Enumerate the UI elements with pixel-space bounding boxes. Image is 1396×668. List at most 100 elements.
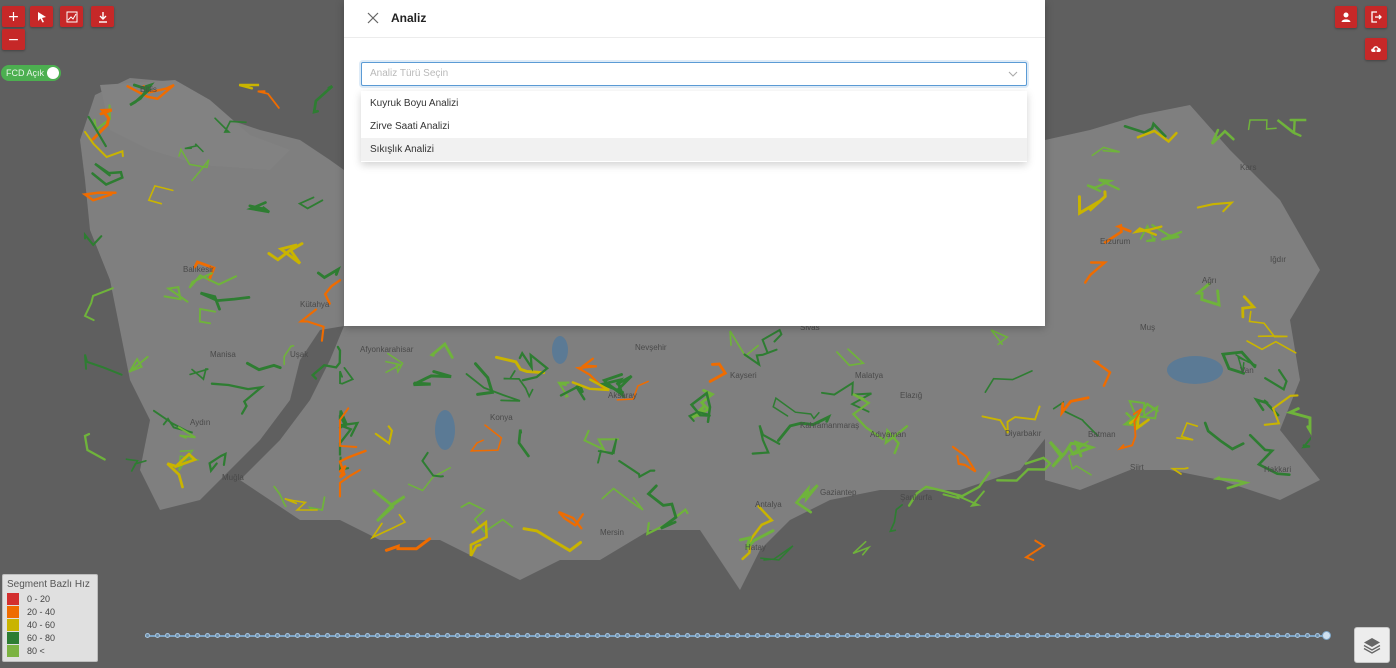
- time-slider-tick[interactable]: [635, 633, 640, 638]
- time-slider-tick[interactable]: [1035, 633, 1040, 638]
- time-slider-tick[interactable]: [1015, 633, 1020, 638]
- time-slider-tick[interactable]: [1265, 633, 1270, 638]
- time-slider-tick[interactable]: [715, 633, 720, 638]
- time-slider-tick[interactable]: [725, 633, 730, 638]
- time-slider-tick[interactable]: [935, 633, 940, 638]
- time-slider-tick[interactable]: [805, 633, 810, 638]
- time-slider-tick[interactable]: [1135, 633, 1140, 638]
- layers-button[interactable]: [1354, 627, 1390, 663]
- time-slider-tick[interactable]: [1295, 633, 1300, 638]
- time-slider-tick[interactable]: [1165, 633, 1170, 638]
- time-slider-tick[interactable]: [475, 633, 480, 638]
- time-slider-tick[interactable]: [575, 633, 580, 638]
- time-slider-tick[interactable]: [195, 633, 200, 638]
- time-slider-tick[interactable]: [855, 633, 860, 638]
- time-slider-tick[interactable]: [435, 633, 440, 638]
- time-slider-tick[interactable]: [865, 633, 870, 638]
- time-slider-tick[interactable]: [815, 633, 820, 638]
- close-icon[interactable]: [366, 11, 380, 25]
- time-slider-tick[interactable]: [1055, 633, 1060, 638]
- time-slider-tick[interactable]: [1245, 633, 1250, 638]
- time-slider-tick[interactable]: [205, 633, 210, 638]
- time-slider-tick[interactable]: [285, 633, 290, 638]
- time-slider-tick[interactable]: [455, 633, 460, 638]
- time-slider-tick[interactable]: [955, 633, 960, 638]
- time-slider-tick[interactable]: [875, 633, 880, 638]
- time-slider-tick[interactable]: [405, 633, 410, 638]
- time-slider-tick[interactable]: [925, 633, 930, 638]
- time-slider-tick[interactable]: [1215, 633, 1220, 638]
- zoom-in-button[interactable]: +: [2, 6, 25, 27]
- time-slider-tick[interactable]: [185, 633, 190, 638]
- time-slider-tick[interactable]: [265, 633, 270, 638]
- time-slider-tick[interactable]: [515, 633, 520, 638]
- time-slider-tick[interactable]: [555, 633, 560, 638]
- fcd-toggle[interactable]: FCD Açık: [1, 65, 61, 81]
- time-slider-tick[interactable]: [945, 633, 950, 638]
- time-slider-tick[interactable]: [1175, 633, 1180, 638]
- time-slider-tick[interactable]: [695, 633, 700, 638]
- time-slider-tick[interactable]: [665, 633, 670, 638]
- time-slider-tick[interactable]: [465, 633, 470, 638]
- user-button[interactable]: [1335, 6, 1357, 28]
- time-slider-tick[interactable]: [565, 633, 570, 638]
- time-slider-tick[interactable]: [315, 633, 320, 638]
- time-slider-tick[interactable]: [1225, 633, 1230, 638]
- time-slider-tick[interactable]: [595, 633, 600, 638]
- time-slider-tick[interactable]: [685, 633, 690, 638]
- time-slider-tick[interactable]: [895, 633, 900, 638]
- time-slider-tick[interactable]: [915, 633, 920, 638]
- time-slider-tick[interactable]: [985, 633, 990, 638]
- time-slider-tick[interactable]: [585, 633, 590, 638]
- time-slider-tick[interactable]: [825, 633, 830, 638]
- time-slider-tick[interactable]: [975, 633, 980, 638]
- analysis-type-select[interactable]: Analiz Türü Seçin: [361, 62, 1027, 86]
- time-slider-tick[interactable]: [1145, 633, 1150, 638]
- time-slider-tick[interactable]: [425, 633, 430, 638]
- zoom-out-button[interactable]: −: [2, 29, 25, 50]
- time-slider-tick[interactable]: [1085, 633, 1090, 638]
- time-slider-tick[interactable]: [765, 633, 770, 638]
- time-slider-tick[interactable]: [1005, 633, 1010, 638]
- time-slider-tick[interactable]: [1155, 633, 1160, 638]
- time-slider-tick[interactable]: [415, 633, 420, 638]
- time-slider-tick[interactable]: [1275, 633, 1280, 638]
- time-slider-tick[interactable]: [1185, 633, 1190, 638]
- time-slider-tick[interactable]: [965, 633, 970, 638]
- time-slider-tick[interactable]: [445, 633, 450, 638]
- time-slider-tick[interactable]: [795, 633, 800, 638]
- time-slider-tick[interactable]: [1205, 633, 1210, 638]
- download-button[interactable]: [91, 6, 114, 27]
- time-slider-tick[interactable]: [885, 633, 890, 638]
- time-slider-tick[interactable]: [485, 633, 490, 638]
- time-slider-tick[interactable]: [615, 633, 620, 638]
- time-slider-tick[interactable]: [1115, 633, 1120, 638]
- cloud-upload-button[interactable]: [1365, 38, 1387, 60]
- time-slider-tick[interactable]: [625, 633, 630, 638]
- time-slider-tick[interactable]: [235, 633, 240, 638]
- select-tool-button[interactable]: [30, 6, 53, 27]
- time-slider-handle[interactable]: [1322, 631, 1331, 640]
- time-slider-tick[interactable]: [905, 633, 910, 638]
- time-slider-tick[interactable]: [385, 633, 390, 638]
- time-slider-tick[interactable]: [335, 633, 340, 638]
- time-slider-tick[interactable]: [295, 633, 300, 638]
- time-slider-tick[interactable]: [775, 633, 780, 638]
- time-slider-tick[interactable]: [325, 633, 330, 638]
- option-sikisiklik[interactable]: Sıkışlık Analizi: [361, 138, 1027, 161]
- time-slider-tick[interactable]: [1075, 633, 1080, 638]
- time-slider-tick[interactable]: [375, 633, 380, 638]
- time-slider-tick[interactable]: [535, 633, 540, 638]
- time-slider-tick[interactable]: [755, 633, 760, 638]
- time-slider-tick[interactable]: [1315, 633, 1320, 638]
- time-slider-tick[interactable]: [1045, 633, 1050, 638]
- time-slider-tick[interactable]: [245, 633, 250, 638]
- time-slider-tick[interactable]: [1195, 633, 1200, 638]
- time-slider-tick[interactable]: [995, 633, 1000, 638]
- time-slider-tick[interactable]: [675, 633, 680, 638]
- time-slider-tick[interactable]: [305, 633, 310, 638]
- time-slider-tick[interactable]: [845, 633, 850, 638]
- time-slider-tick[interactable]: [345, 633, 350, 638]
- time-slider-tick[interactable]: [355, 633, 360, 638]
- option-zirve-saati[interactable]: Zirve Saati Analizi: [361, 115, 1027, 138]
